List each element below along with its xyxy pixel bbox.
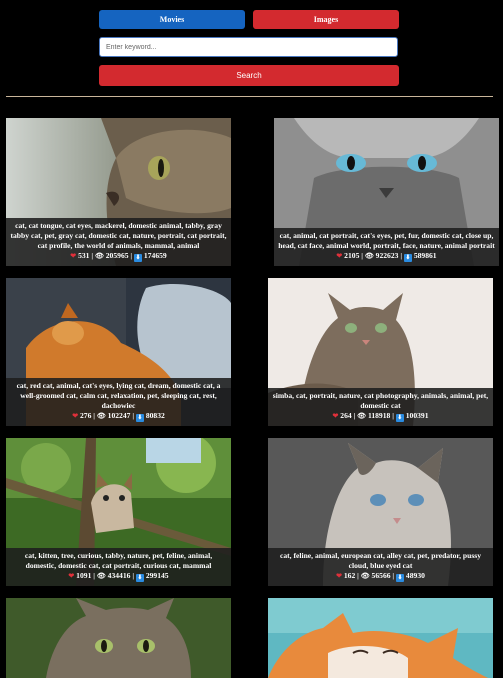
card-stats: ❤ 162 | 👁 56566 | ⬇ 48930 — [336, 571, 425, 582]
views-count: 56566 — [371, 571, 391, 580]
views-count: 922623 — [375, 251, 399, 260]
downloads-count: 48930 — [405, 571, 425, 580]
views-count: 118918 — [367, 411, 391, 420]
eye-icon: 👁 — [364, 252, 374, 260]
card-tags: simba, cat, portrait, nature, cat photog… — [272, 391, 489, 410]
card-stats: ❤ 2105 | 👁 922623 | ⬇ 589861 — [336, 251, 437, 262]
card-caption: cat, animal, cat portrait, cat's eyes, p… — [274, 228, 499, 266]
card-caption: cat, red cat, animal, cat's eyes, lying … — [6, 378, 231, 426]
download-icon: ⬇ — [135, 574, 144, 582]
heart-icon: ❤ — [72, 412, 79, 420]
heart-icon: ❤ — [336, 572, 342, 580]
tabby-cat-green-eyes-image — [6, 598, 231, 678]
card-tags: cat, feline, animal, european cat, alley… — [279, 551, 482, 570]
card-caption: simba, cat, portrait, nature, cat photog… — [268, 388, 493, 426]
movies-button[interactable]: Movies — [99, 10, 245, 29]
eye-icon: 👁 — [94, 252, 104, 260]
views-count: 205965 — [105, 251, 129, 260]
download-icon: ⬇ — [395, 414, 404, 422]
likes-count: 2105 — [344, 251, 360, 260]
search-input[interactable] — [99, 37, 398, 57]
card-tags: cat, cat tongue, cat eyes, mackerel, dom… — [10, 221, 227, 250]
image-card[interactable]: simba, cat, portrait, nature, cat photog… — [268, 278, 493, 426]
eye-icon: 👁 — [357, 412, 367, 420]
download-icon: ⬇ — [134, 254, 143, 262]
downloads-count: 174659 — [143, 251, 167, 260]
image-card[interactable]: cat, red cat, animal, cat's eyes, lying … — [6, 278, 231, 426]
image-card[interactable]: cat, cat tongue, cat eyes, mackerel, dom… — [6, 118, 231, 266]
image-card[interactable]: cat, animal, cat portrait, cat's eyes, p… — [274, 118, 499, 266]
eye-icon: 👁 — [96, 572, 106, 580]
search-button[interactable]: Search — [99, 65, 399, 86]
orange-white-cat-image — [268, 598, 493, 678]
image-card[interactable] — [268, 598, 493, 678]
download-icon: ⬇ — [135, 414, 144, 422]
card-caption: cat, cat tongue, cat eyes, mackerel, dom… — [6, 218, 231, 266]
heart-icon: ❤ — [68, 572, 75, 580]
image-card[interactable]: cat, feline, animal, european cat, alley… — [268, 438, 493, 586]
image-card[interactable] — [6, 598, 231, 678]
download-icon: ⬇ — [396, 574, 405, 582]
views-count: 434416 — [107, 571, 131, 580]
card-caption: cat, feline, animal, european cat, alley… — [268, 548, 493, 586]
likes-count: 276 — [79, 411, 92, 420]
download-icon: ⬇ — [403, 254, 412, 262]
divider — [6, 96, 493, 97]
card-stats: ❤ 1091 | 👁 434416 | ⬇ 299145 — [68, 571, 169, 582]
downloads-count: 589861 — [413, 251, 437, 260]
images-button[interactable]: Images — [253, 10, 399, 29]
downloads-count: 100391 — [405, 411, 429, 420]
likes-count: 1091 — [76, 571, 92, 580]
card-tags: cat, red cat, animal, cat's eyes, lying … — [16, 381, 221, 410]
image-card[interactable]: cat, kitten, tree, curious, tabby, natur… — [6, 438, 231, 586]
card-stats: ❤ 276 | 👁 102247 | ⬇ 80832 — [72, 411, 165, 422]
likes-count: 531 — [78, 251, 90, 260]
eye-icon: 👁 — [360, 572, 370, 580]
card-tags: cat, kitten, tree, curious, tabby, natur… — [24, 551, 213, 570]
card-stats: ❤ 264 | 👁 118918 | ⬇ 100391 — [332, 411, 429, 422]
downloads-count: 299145 — [145, 571, 169, 580]
card-stats: ❤ 531 | 👁 205965 | ⬇ 174659 — [70, 251, 167, 262]
views-count: 102247 — [107, 411, 131, 420]
card-caption: cat, kitten, tree, curious, tabby, natur… — [6, 548, 231, 586]
heart-icon: ❤ — [332, 412, 339, 420]
card-tags: cat, animal, cat portrait, cat's eyes, p… — [278, 231, 495, 250]
heart-icon: ❤ — [336, 252, 343, 260]
eye-icon: 👁 — [96, 412, 106, 420]
heart-icon: ❤ — [70, 252, 77, 260]
likes-count: 264 — [340, 411, 352, 420]
downloads-count: 80832 — [145, 411, 165, 420]
likes-count: 162 — [343, 571, 356, 580]
